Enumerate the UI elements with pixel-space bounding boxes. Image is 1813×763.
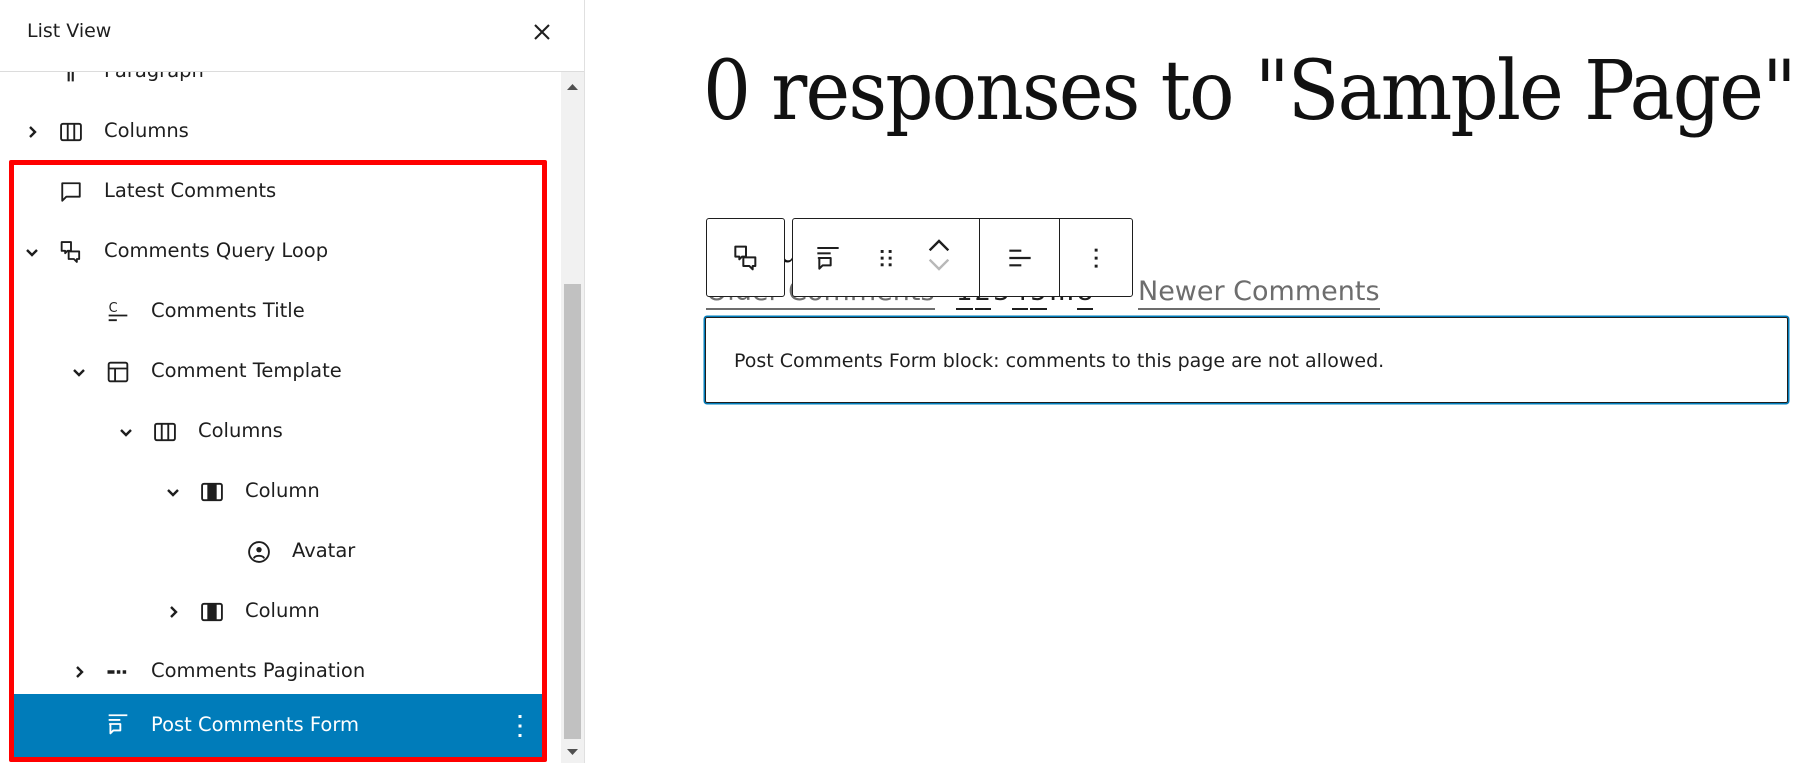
scroll-down-arrow-icon[interactable]	[561, 745, 584, 759]
list-item-columns[interactable]: Columns	[12, 402, 544, 462]
list-view-title: List View	[27, 20, 112, 42]
post-comments-form-icon	[104, 710, 132, 738]
list-item-label: Avatar	[292, 539, 356, 562]
editor-canvas: 0 responses to "Sample Page" su Older Co…	[585, 0, 1813, 763]
pagination-icon	[104, 658, 132, 686]
select-parent-block-button[interactable]	[706, 218, 785, 297]
list-item-label: Column	[245, 479, 320, 502]
comments-query-loop-icon	[734, 245, 757, 271]
comments-query-loop-icon	[57, 238, 85, 266]
chevron-right-icon[interactable]	[162, 601, 184, 623]
paragraph-icon	[57, 72, 85, 86]
toolbar-group-more	[1060, 219, 1132, 296]
post-comments-form-icon	[817, 246, 839, 270]
drag-handle[interactable]	[863, 219, 909, 296]
list-item-label: Comments Query Loop	[104, 239, 329, 262]
list-item-column[interactable]: Column	[12, 462, 544, 522]
chevron-right-icon[interactable]	[21, 121, 43, 143]
scroll-up-arrow-icon[interactable]	[561, 80, 584, 94]
close-icon[interactable]	[528, 18, 556, 46]
list-item-label: Comments Pagination	[151, 659, 366, 682]
list-item-label: Column	[245, 599, 320, 622]
move-up-icon[interactable]	[923, 235, 955, 255]
chevron-down-icon[interactable]	[162, 481, 184, 503]
align-left-icon	[1008, 249, 1031, 266]
list-item-label: Comments Title	[151, 299, 305, 322]
columns-icon	[57, 118, 85, 146]
comments-heading[interactable]: 0 responses to "Sample Page"	[703, 44, 1797, 139]
list-scrollbar[interactable]	[561, 72, 584, 763]
list-item-label: Comment Template	[151, 359, 342, 382]
toolbar-group-align	[980, 219, 1060, 296]
toolbar-group-block	[793, 219, 980, 296]
list-view-header: List View	[0, 0, 584, 72]
block-tree: Paragraph Columns Latest Comments Comments …	[0, 72, 553, 763]
list-item-comments-title[interactable]: C Comments Title	[12, 282, 544, 342]
chevron-down-icon[interactable]	[21, 241, 43, 263]
list-view-panel: List View Paragraph Columns Latest Comment…	[0, 0, 585, 763]
scrollbar-thumb[interactable]	[564, 284, 581, 739]
list-item-label: Paragraph	[104, 72, 204, 82]
chevron-right-icon[interactable]	[68, 661, 90, 683]
post-comments-form-block[interactable]: Post Comments Form block: comments to th…	[705, 317, 1788, 403]
newer-comments-link[interactable]: Newer Comments	[1138, 276, 1380, 310]
list-item-avatar[interactable]: Avatar	[12, 522, 544, 582]
comments-title-icon: C	[104, 298, 132, 326]
list-item-label: Columns	[104, 119, 189, 142]
column-icon	[198, 478, 226, 506]
list-item-comments-pagination[interactable]: Comments Pagination	[12, 642, 544, 702]
move-down-icon[interactable]	[923, 255, 955, 275]
more-vertical-icon	[1094, 248, 1098, 268]
chevron-down-icon[interactable]	[115, 421, 137, 443]
list-item-paragraph[interactable]: Paragraph	[12, 72, 544, 102]
list-item-label: Columns	[198, 419, 283, 442]
layout-icon	[104, 358, 132, 386]
columns-icon	[151, 418, 179, 446]
list-item-latest-comments[interactable]: Latest Comments	[12, 162, 544, 222]
comment-icon	[57, 178, 85, 206]
column-icon	[198, 598, 226, 626]
drag-handle-icon	[880, 249, 892, 266]
chevron-down-icon[interactable]	[68, 361, 90, 383]
list-item-post-comments-form[interactable]: Post Comments Form	[12, 694, 544, 758]
svg-text:C: C	[109, 301, 118, 316]
list-item-comment-template[interactable]: Comment Template	[12, 342, 544, 402]
list-item-column[interactable]: Column	[12, 582, 544, 642]
block-type-button[interactable]	[793, 219, 863, 296]
list-item-comments-query-loop[interactable]: Comments Query Loop	[12, 222, 544, 282]
more-options-icon[interactable]	[512, 712, 528, 740]
align-button[interactable]	[981, 219, 1059, 296]
list-item-columns[interactable]: Columns	[12, 102, 544, 162]
list-item-label: Latest Comments	[104, 179, 277, 202]
block-movers	[909, 219, 969, 296]
post-comments-form-notice: Post Comments Form block: comments to th…	[734, 350, 1385, 372]
block-toolbar	[792, 218, 1133, 297]
list-item-label: Post Comments Form	[151, 713, 360, 736]
more-options-button[interactable]	[1061, 219, 1131, 296]
avatar-icon	[245, 538, 273, 566]
